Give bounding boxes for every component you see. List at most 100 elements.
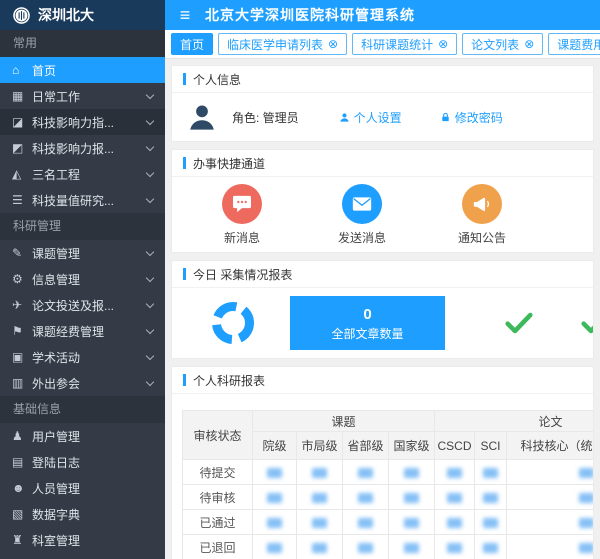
column-header: 科技核心（统计源）期刊: [507, 432, 593, 460]
column-header-status: 审核状态: [183, 411, 253, 460]
accent-bar: [183, 268, 186, 280]
personal-report-table: 审核状态 课题 论文 院级 市局级 省部级 国家级 CSCD SCI: [182, 410, 593, 559]
table-row: 待审核: [183, 485, 594, 510]
stat-label: 全部文章数量: [331, 325, 403, 342]
tab-clinical-application-list[interactable]: 临床医学申请列表 ⊗: [218, 33, 347, 55]
blurred-value: [267, 468, 282, 478]
table-cell: [343, 510, 389, 535]
calendar-icon: ▦: [12, 89, 32, 103]
quick-channel-card: 办事快捷通道 新消息: [171, 149, 594, 253]
menu-icon[interactable]: ≡: [165, 0, 205, 30]
sidebar-item-tech-value-research[interactable]: ☰ 科技量值研究...: [0, 187, 165, 213]
sidebar-item-department[interactable]: ♜ 科室管理: [0, 527, 165, 553]
new-message-shortcut[interactable]: 新消息: [182, 184, 302, 246]
sidebar-item-project-management[interactable]: ✎ 课题管理: [0, 240, 165, 266]
column-header: 国家级: [389, 432, 435, 460]
sidebar-item-conference[interactable]: ▥ 外出参会: [0, 370, 165, 396]
close-icon[interactable]: ⊗: [524, 38, 534, 50]
check-icon: [579, 307, 593, 339]
column-header: 省部级: [343, 432, 389, 460]
sidebar-item-user-management[interactable]: ♟ 用户管理: [0, 423, 165, 449]
message-icon: [222, 184, 262, 224]
logo-text: 深圳北大: [38, 5, 94, 25]
send-icon: ✈: [12, 298, 32, 312]
table-cell: [297, 485, 343, 510]
blurred-value: [358, 543, 373, 553]
funds-icon: ⚑: [12, 324, 32, 338]
sidebar-item-login-log[interactable]: ▤ 登陆日志: [0, 449, 165, 475]
blurred-value: [483, 518, 498, 528]
blurred-value: [404, 518, 419, 528]
card-header: 个人科研报表: [172, 367, 593, 394]
page-content: 个人信息 角色: 管理员 个人设置: [165, 59, 600, 559]
article-count-tile[interactable]: 0 全部文章数量: [290, 296, 445, 350]
table-cell: [343, 460, 389, 485]
close-icon[interactable]: ⊗: [438, 38, 448, 50]
sidebar-section-basic-info: 基础信息: [0, 396, 165, 423]
column-group-paper: 论文: [435, 411, 593, 432]
sidebar-item-paper-submission[interactable]: ✈ 论文投送及报...: [0, 292, 165, 318]
link-label: 个人设置: [354, 109, 402, 126]
report-table-wrap: 审核状态 课题 论文 院级 市局级 省部级 国家级 CSCD SCI: [172, 394, 593, 559]
gear-icon: ⚙: [12, 272, 32, 286]
notice-shortcut[interactable]: 通知公告: [422, 184, 542, 246]
table-cell: [475, 485, 507, 510]
shortcut-label: 新消息: [224, 229, 260, 246]
chevron-down-icon: [146, 325, 154, 333]
sidebar-item-data-dictionary[interactable]: ▧ 数据字典: [0, 501, 165, 527]
sidebar-item-authorization[interactable]: ◈ 授权管理: [0, 553, 165, 559]
column-group-project: 课题: [253, 411, 435, 432]
table-cell: [253, 510, 297, 535]
table-cell: [507, 510, 593, 535]
check-icon: [503, 307, 535, 339]
tab-label: 临床医学申请列表: [227, 36, 323, 53]
logo: 深圳北大: [0, 0, 165, 30]
card-header: 个人信息: [172, 66, 593, 93]
table-cell: [253, 485, 297, 510]
log-icon: ▤: [12, 455, 32, 469]
personal-settings-link[interactable]: 个人设置: [339, 109, 402, 126]
user-icon: ♟: [12, 429, 32, 443]
card-header: 办事快捷通道: [172, 150, 593, 177]
row-label: 待提交: [183, 460, 253, 485]
column-header: 院级: [253, 432, 297, 460]
role-label: 角色: 管理员: [232, 109, 299, 126]
card-title: 办事快捷通道: [193, 155, 265, 172]
sidebar-item-label: 论文投送及报...: [32, 297, 147, 314]
sidebar-item-sanming-project[interactable]: ◭ 三名工程: [0, 161, 165, 187]
sidebar-item-daily-work[interactable]: ▦ 日常工作: [0, 83, 165, 109]
link-label: 修改密码: [455, 109, 503, 126]
change-password-link[interactable]: 修改密码: [440, 109, 503, 126]
tab-project-fee-report[interactable]: 课题费用报表 ⊗: [548, 33, 600, 55]
blurred-value: [579, 518, 593, 528]
table-cell: [389, 510, 435, 535]
lock-icon: [440, 112, 451, 123]
sidebar-item-academic-activity[interactable]: ▣ 学术活动: [0, 344, 165, 370]
sidebar-item-label: 首页: [32, 62, 153, 79]
sidebar-item-home[interactable]: ⌂ 首页: [0, 57, 165, 83]
sidebar-item-label: 课题管理: [32, 245, 147, 262]
sidebar-item-tech-influence-index[interactable]: ◪ 科技影响力指...: [0, 109, 165, 135]
sidebar-item-personnel[interactable]: ☻ 人员管理: [0, 475, 165, 501]
table-cell: [389, 535, 435, 559]
sidebar-item-label: 科技影响力指...: [32, 114, 147, 131]
sidebar-item-tech-influence-report[interactable]: ◩ 科技影响力报...: [0, 135, 165, 161]
department-icon: ♜: [12, 533, 32, 547]
tab-home[interactable]: 首页: [171, 33, 213, 55]
blurred-value: [312, 543, 327, 553]
sidebar-item-label: 信息管理: [32, 271, 147, 288]
chevron-down-icon: [146, 299, 154, 307]
sidebar-item-label: 三名工程: [32, 166, 147, 183]
sidebar-item-info-management[interactable]: ⚙ 信息管理: [0, 266, 165, 292]
tab-paper-list[interactable]: 论文列表 ⊗: [462, 33, 543, 55]
send-message-shortcut[interactable]: 发送消息: [302, 184, 422, 246]
close-icon[interactable]: ⊗: [328, 38, 338, 50]
blurred-value: [447, 518, 462, 528]
card-title: 个人信息: [193, 71, 241, 88]
chevron-down-icon: [146, 377, 154, 385]
tab-research-project-stats[interactable]: 科研课题统计 ⊗: [352, 33, 457, 55]
sidebar-item-label: 人员管理: [32, 480, 153, 497]
envelope-icon: [342, 184, 382, 224]
sidebar-item-project-funds[interactable]: ⚑ 课题经费管理: [0, 318, 165, 344]
table-cell: [435, 485, 475, 510]
